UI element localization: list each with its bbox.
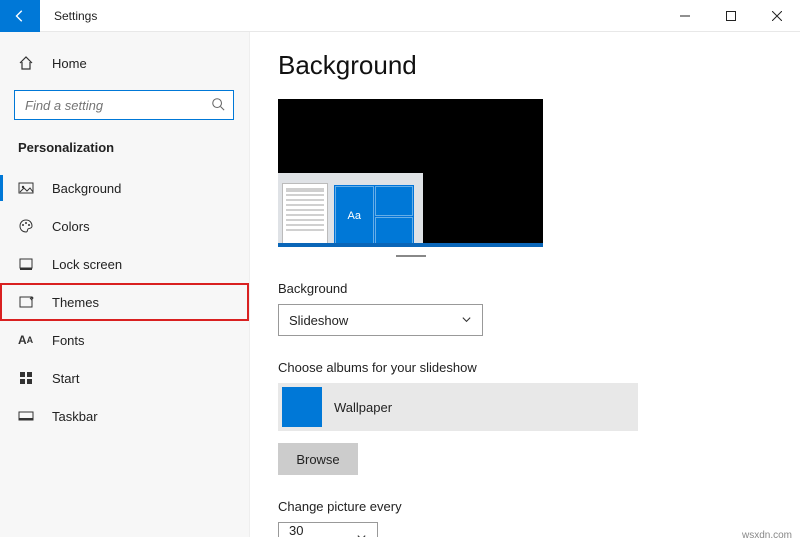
content-pane: Background Aa Background Slideshow: [250, 32, 800, 537]
desktop-preview: Aa: [278, 99, 543, 247]
home-icon: [18, 55, 38, 71]
category-title: Personalization: [0, 134, 249, 169]
page-title: Background: [278, 50, 800, 81]
sidebar-item-label: Start: [52, 371, 79, 386]
watermark: wsxdn.com: [742, 530, 792, 541]
theme-icon: [18, 294, 38, 310]
preview-tiles: Aa: [334, 185, 414, 247]
home-label: Home: [52, 56, 87, 71]
home-button[interactable]: Home: [0, 46, 249, 80]
sidebar-item-label: Lock screen: [52, 257, 122, 272]
sidebar: Home Personalization Background Colors: [0, 32, 250, 537]
lock-icon: [18, 256, 38, 272]
font-icon: AA: [18, 333, 38, 347]
interval-label: Change picture every: [278, 499, 800, 514]
preview-accent-tile: Aa: [335, 186, 374, 246]
browse-button[interactable]: Browse: [278, 443, 358, 475]
taskbar-icon: [18, 408, 38, 424]
background-label: Background: [278, 281, 800, 296]
sidebar-item-label: Fonts: [52, 333, 85, 348]
background-select[interactable]: Slideshow: [278, 304, 483, 336]
search-input[interactable]: [14, 90, 234, 120]
sidebar-item-label: Themes: [52, 295, 99, 310]
window-title: Settings: [40, 9, 97, 23]
sidebar-item-background[interactable]: Background: [0, 169, 249, 207]
sidebar-item-themes[interactable]: Themes: [0, 283, 249, 321]
sidebar-item-label: Colors: [52, 219, 90, 234]
browse-label: Browse: [296, 452, 339, 467]
albums-label: Choose albums for your slideshow: [278, 360, 800, 375]
chevron-down-icon: [356, 531, 367, 538]
album-name: Wallpaper: [334, 400, 392, 415]
window-controls: [662, 0, 800, 32]
sidebar-item-fonts[interactable]: AA Fonts: [0, 321, 249, 359]
preview-window: [282, 183, 328, 247]
sidebar-item-colors[interactable]: Colors: [0, 207, 249, 245]
album-item[interactable]: Wallpaper: [278, 383, 638, 431]
interval-select[interactable]: 30 minutes: [278, 522, 378, 537]
sidebar-item-taskbar[interactable]: Taskbar: [0, 397, 249, 435]
close-button[interactable]: [754, 0, 800, 32]
album-thumbnail: [282, 387, 322, 427]
search-field[interactable]: [23, 97, 211, 114]
palette-icon: [18, 218, 38, 234]
back-button[interactable]: [0, 0, 40, 32]
sidebar-item-label: Background: [52, 181, 121, 196]
image-icon: [18, 180, 38, 196]
chevron-down-icon: [461, 313, 472, 328]
start-icon: [18, 370, 38, 386]
background-select-value: Slideshow: [289, 313, 348, 328]
arrow-left-icon: [13, 9, 27, 23]
sidebar-item-lockscreen[interactable]: Lock screen: [0, 245, 249, 283]
interval-value: 30 minutes: [289, 523, 348, 537]
maximize-button[interactable]: [708, 0, 754, 32]
sidebar-item-label: Taskbar: [52, 409, 98, 424]
minimize-button[interactable]: [662, 0, 708, 32]
sidebar-item-start[interactable]: Start: [0, 359, 249, 397]
preview-stand: [396, 253, 426, 257]
titlebar: Settings: [0, 0, 800, 32]
search-icon: [211, 97, 225, 114]
